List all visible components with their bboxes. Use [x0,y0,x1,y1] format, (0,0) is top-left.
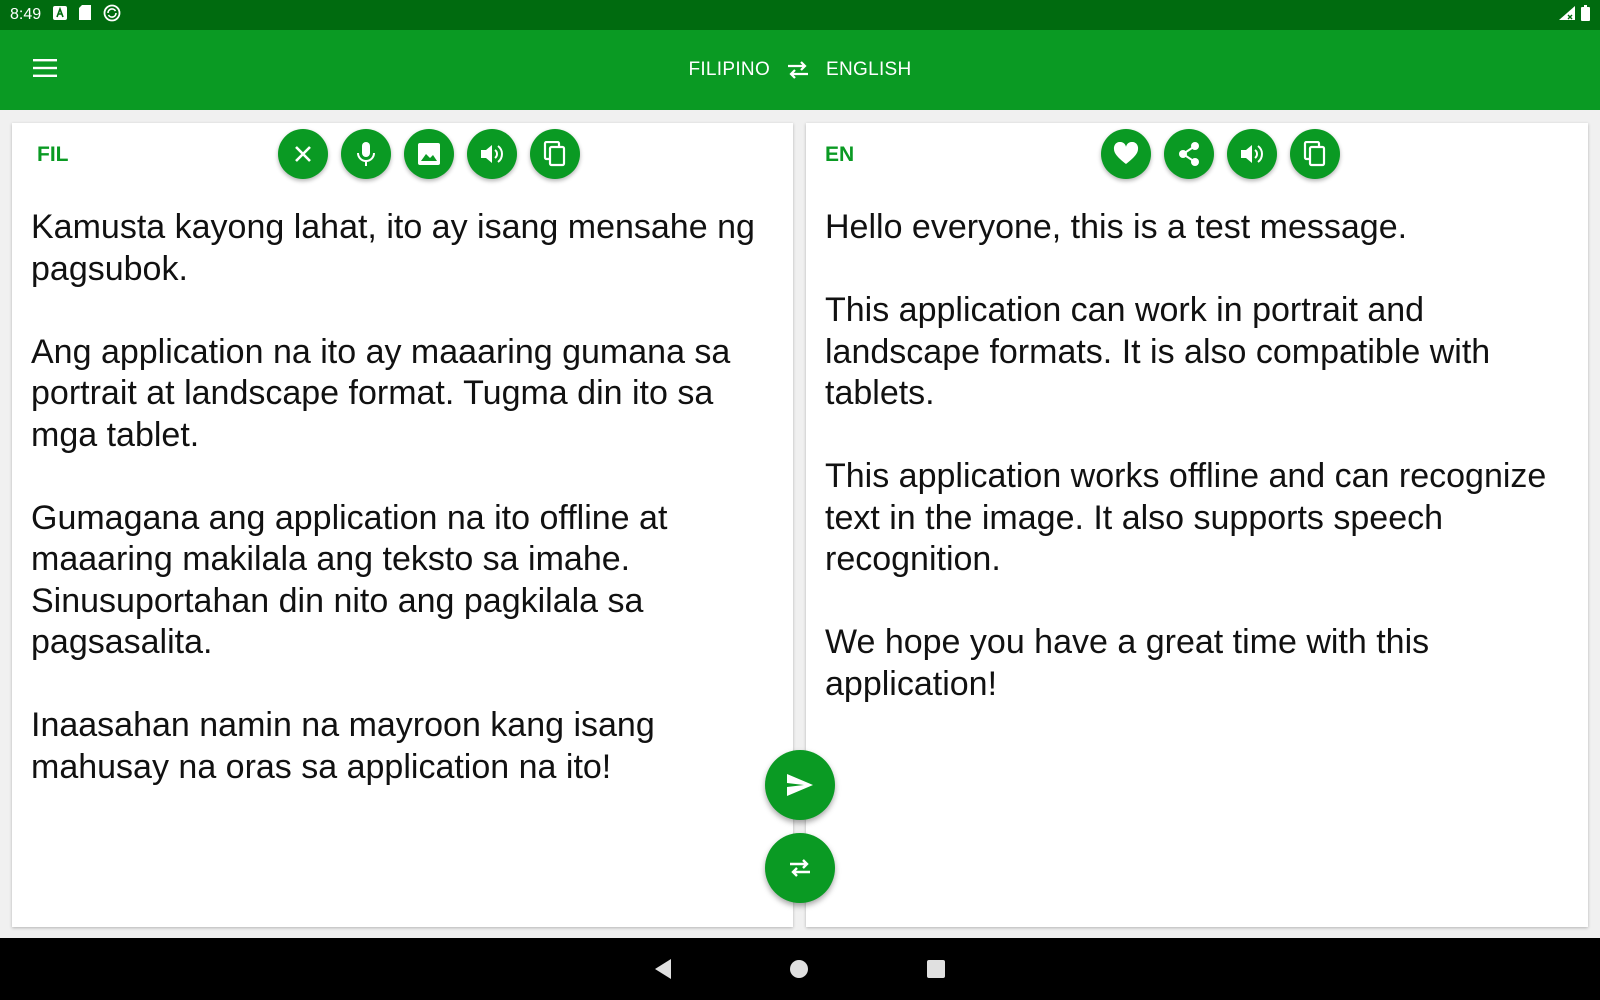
source-paragraph: Ang application na ito ay maaaring guman… [31,332,731,454]
send-icon [787,774,813,796]
target-paragraph: This application can work in portrait an… [825,291,1491,412]
text-a-icon [53,5,68,25]
swap-icon [790,859,810,877]
target-language-code: EN [825,143,855,166]
signal-icon [1559,5,1575,25]
target-panel: EN Hello everyone, this is a test messag… [806,123,1588,927]
target-paragraph: Hello everyone, this is a test message. [825,208,1408,246]
favorite-button[interactable] [1101,129,1151,179]
home-button[interactable] [788,958,810,980]
speaker-icon [481,145,503,163]
target-paragraph: We hope you have a great time with this … [825,623,1430,703]
app-bar: FILIPINO ENGLISH [0,30,1600,110]
target-paragraph: This application works offline and can r… [825,457,1547,578]
back-button[interactable] [653,958,673,980]
microphone-button[interactable] [341,129,391,179]
home-circle-icon [790,960,808,978]
target-language-selector[interactable]: ENGLISH [826,59,912,81]
heart-icon [1113,142,1139,164]
status-bar-left: 8:49 [10,4,121,27]
source-paragraph: Kamusta kayong lahat, ito ay isang mensa… [31,208,755,288]
source-paragraph: Gumagana ang application na ito offline … [31,498,668,662]
language-switcher: FILIPINO ENGLISH [0,30,1600,110]
battery-icon [1581,4,1590,26]
copy-source-button[interactable] [530,129,580,179]
microphone-icon [357,142,375,166]
image-icon [418,143,440,165]
clear-button[interactable] [278,129,328,179]
source-text-input[interactable]: Kamusta kayong lahat, ito ay isang mensa… [31,207,775,830]
image-button[interactable] [404,129,454,179]
share-icon [1179,142,1199,166]
swap-text-button[interactable] [765,833,835,903]
status-time: 8:49 [10,6,42,23]
copy-icon [543,141,566,167]
translated-text-output: Hello everyone, this is a test message. … [825,207,1570,747]
recents-square-icon [927,960,945,978]
copy-icon [1303,141,1326,167]
copy-target-button[interactable] [1290,129,1340,179]
target-toolbar [1101,129,1340,179]
share-button[interactable] [1164,129,1214,179]
speak-target-button[interactable] [1227,129,1277,179]
recents-button[interactable] [925,958,947,980]
swap-languages-button[interactable] [786,60,810,80]
speaker-icon [1241,145,1263,163]
back-triangle-icon [655,959,671,979]
source-paragraph: Inaasahan namin na mayroon kang isang ma… [31,706,655,786]
swap-arrows-icon [788,61,809,79]
source-panel: FIL Kamusta kayong lahat, ito ay isang m… [12,123,793,927]
navigation-bar [0,938,1600,1000]
source-language-code: FIL [37,143,69,166]
close-icon [295,146,311,162]
source-toolbar [278,129,580,179]
sync-icon [103,4,121,27]
translate-button[interactable] [765,750,835,820]
status-bar-right [1559,4,1590,26]
status-bar: 8:49 [0,0,1600,30]
speak-source-button[interactable] [467,129,517,179]
sd-card-icon [79,5,92,25]
source-language-selector[interactable]: FILIPINO [688,59,770,81]
